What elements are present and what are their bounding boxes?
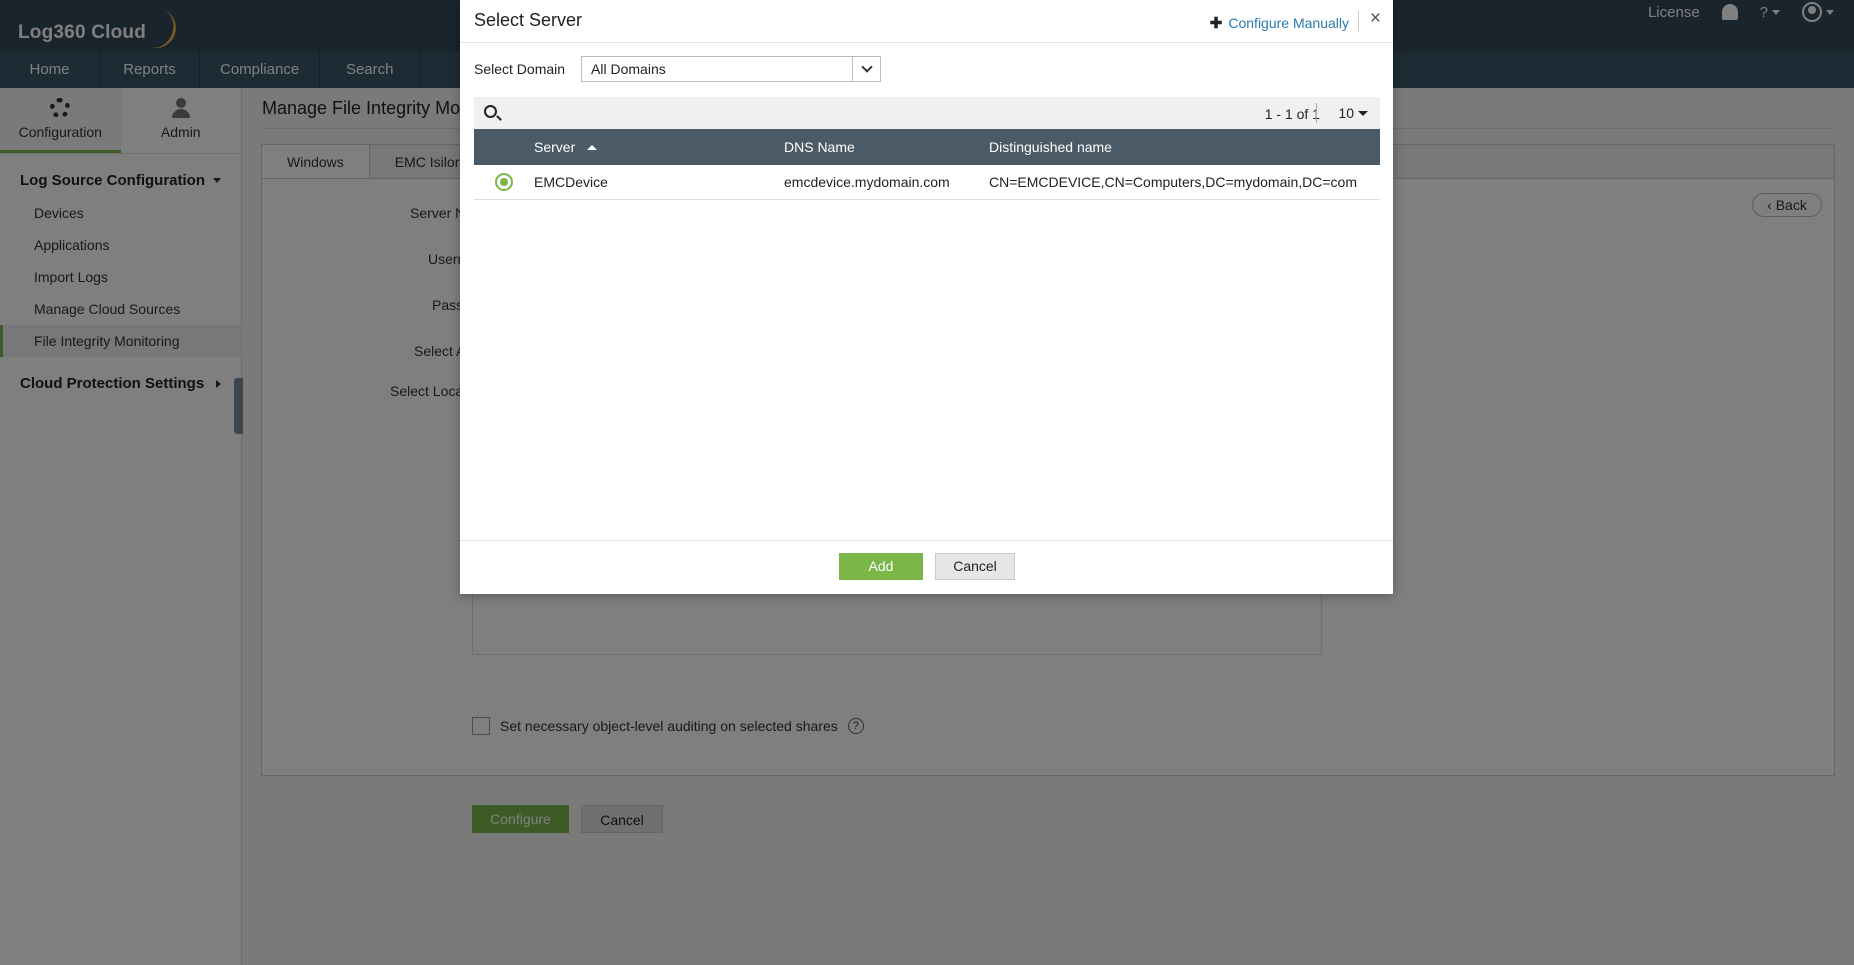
plus-icon: ✚ xyxy=(1209,15,1223,32)
toolbar-divider xyxy=(1316,103,1317,123)
domain-label: Select Domain xyxy=(474,61,566,77)
radio-selected-dot xyxy=(500,178,508,186)
domain-row: Select Domain All Domains xyxy=(474,56,882,82)
add-button[interactable]: Add xyxy=(839,553,923,580)
table-row[interactable]: EMCDevice emcdevice.mydomain.com CN=EMCD… xyxy=(474,165,1380,200)
cell-server: EMCDevice xyxy=(534,174,608,190)
page-size-value: 10 xyxy=(1338,105,1354,121)
column-header-dns-name[interactable]: DNS Name xyxy=(784,139,989,155)
dialog-footer: Add Cancel xyxy=(460,540,1393,594)
column-header-distinguished-name[interactable]: Distinguished name xyxy=(989,139,1380,155)
sort-ascending-icon xyxy=(587,144,598,150)
grid-toolbar: 1 - 1 of 1 10 xyxy=(474,97,1380,129)
dialog-cancel-button[interactable]: Cancel xyxy=(935,553,1015,580)
dialog-header: Select Server ✚ Configure Manually × xyxy=(460,0,1393,43)
chevron-down-icon xyxy=(860,61,873,73)
close-icon[interactable]: × xyxy=(1370,8,1381,30)
pagination-info: 1 - 1 of 1 xyxy=(1264,106,1320,122)
row-select-cell xyxy=(474,173,534,191)
domain-select-value: All Domains xyxy=(591,61,666,77)
configure-manually-label: Configure Manually xyxy=(1228,15,1349,31)
dialog-title: Select Server xyxy=(474,10,583,30)
search-icon[interactable] xyxy=(484,105,497,118)
domain-select-toggle[interactable] xyxy=(852,57,880,81)
configure-manually-link[interactable]: ✚ Configure Manually xyxy=(1210,14,1349,32)
column-header-label: Server xyxy=(534,139,576,155)
server-table: Server DNS Name Distinguished name EMCDe… xyxy=(474,129,1380,200)
header-divider xyxy=(1358,10,1359,32)
domain-select[interactable]: All Domains xyxy=(581,56,882,82)
column-header-server[interactable]: Server xyxy=(534,139,784,155)
cell-distinguished-name: CN=EMCDEVICE,CN=Computers,DC=mydomain,DC… xyxy=(989,174,1357,190)
select-server-dialog: Select Server ✚ Configure Manually × Sel… xyxy=(460,0,1393,594)
table-header: Server DNS Name Distinguished name xyxy=(474,129,1380,165)
page-size-select[interactable]: 10 xyxy=(1338,105,1368,121)
row-radio-button[interactable] xyxy=(495,173,513,191)
cell-dns-name: emcdevice.mydomain.com xyxy=(784,174,950,190)
chevron-down-icon xyxy=(1358,110,1368,116)
